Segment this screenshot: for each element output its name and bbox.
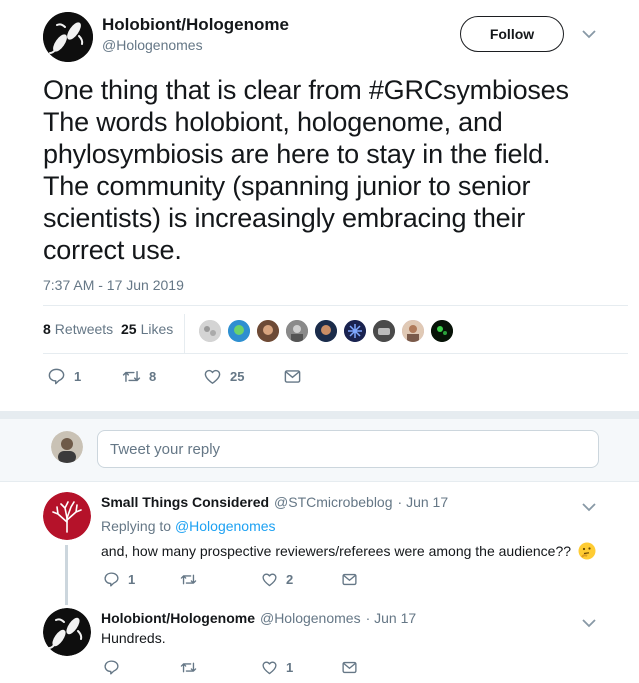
reply-action[interactable]: 1 <box>103 571 135 588</box>
tweet-text: One thing that is clear from #GRCsymbios… <box>43 74 623 266</box>
retweet-icon <box>122 371 141 382</box>
stats-divider <box>184 314 185 354</box>
tweet-text-line: The community (spanning junior to senior <box>43 171 531 201</box>
like-count: 25 <box>230 369 245 384</box>
retweet-action[interactable]: 8 <box>122 367 156 386</box>
liker-avatar[interactable] <box>342 318 368 344</box>
retweet-action[interactable] <box>180 571 205 588</box>
divider <box>43 305 628 306</box>
follow-button[interactable]: Follow <box>460 16 564 52</box>
divider <box>0 481 639 482</box>
likes-label: Likes <box>140 321 174 337</box>
liker-avatar[interactable] <box>284 318 310 344</box>
reply-header: Small Things Considered @STCmicrobeblog … <box>101 494 448 510</box>
liker-avatar[interactable] <box>197 318 223 344</box>
reply-count: 1 <box>128 572 136 587</box>
chevron-down-icon[interactable] <box>582 615 596 633</box>
tweet-timestamp[interactable]: 7:37 AM - 17 Jun 2019 <box>43 277 184 293</box>
like-action[interactable]: 25 <box>203 367 244 386</box>
author-handle[interactable]: @Hologenomes <box>102 37 203 53</box>
liker-avatars <box>197 318 455 344</box>
retweets-stat[interactable]: 8 Retweets <box>43 321 113 337</box>
current-user-avatar[interactable] <box>51 431 83 463</box>
envelope-icon <box>342 661 357 674</box>
divider <box>43 353 628 354</box>
liker-avatar[interactable] <box>255 318 281 344</box>
message-action[interactable] <box>341 571 358 588</box>
liker-avatar[interactable] <box>226 318 252 344</box>
reply-author-avatar[interactable] <box>43 492 91 540</box>
reply-input-placeholder: Tweet your reply <box>110 441 221 458</box>
retweet-icon <box>180 574 197 585</box>
like-action[interactable]: 2 <box>261 571 293 588</box>
likes-stat[interactable]: 25 Likes <box>121 321 173 337</box>
reply-text: Hundreds. <box>101 630 166 646</box>
like-action[interactable]: 1 <box>261 659 293 676</box>
envelope-icon <box>284 370 301 383</box>
reply-icon <box>48 368 65 385</box>
reply-input[interactable]: Tweet your reply <box>97 430 599 468</box>
author-avatar[interactable] <box>43 12 93 62</box>
author-display-name[interactable]: Holobiont/Hologenome <box>102 15 289 35</box>
tweet-text-line: phylosymbiosis are here to stay in the f… <box>43 139 551 169</box>
heart-icon <box>262 661 277 675</box>
replying-to-label: Replying to <box>101 518 172 534</box>
retweet-count: 8 <box>149 369 157 384</box>
retweet-icon <box>180 662 197 673</box>
liker-avatar[interactable] <box>400 318 426 344</box>
tweet-text-line: correct use. <box>43 235 182 265</box>
reply-display-name[interactable]: Small Things Considered <box>101 494 269 510</box>
message-action[interactable] <box>341 659 358 676</box>
like-count: 1 <box>286 660 294 675</box>
liker-avatar[interactable] <box>313 318 339 344</box>
replying-to-handle[interactable]: @Hologenomes <box>175 518 276 534</box>
section-separator <box>0 411 639 419</box>
thread-connector <box>65 545 68 605</box>
tweet-text-line: scientists) is increasingly embracing th… <box>43 203 526 233</box>
retweets-label: Retweets <box>54 321 114 337</box>
thinking-face-icon <box>578 542 596 563</box>
reply-text-body: and, how many prospective reviewers/refe… <box>101 543 572 559</box>
tweet-text-line: The words holobiont, hologenome, and <box>43 107 503 137</box>
chevron-down-icon[interactable] <box>582 26 596 44</box>
reply-date[interactable]: · Jun 17 <box>366 610 417 626</box>
reply-handle[interactable]: @Hologenomes <box>260 610 361 626</box>
retweet-action[interactable] <box>180 659 205 676</box>
liker-avatar[interactable] <box>429 318 455 344</box>
reply-text: and, how many prospective reviewers/refe… <box>101 542 596 563</box>
retweets-count: 8 <box>43 321 51 337</box>
heart-icon <box>204 369 221 384</box>
reply-handle[interactable]: @STCmicrobeblog <box>274 494 392 510</box>
chevron-down-icon[interactable] <box>582 499 596 517</box>
reply-action[interactable]: 1 <box>47 367 81 386</box>
reply-count: 1 <box>74 369 82 384</box>
reply-icon <box>104 660 119 675</box>
envelope-icon <box>342 573 357 586</box>
reply-display-name[interactable]: Holobiont/Hologenome <box>101 610 255 626</box>
reply-header: Holobiont/Hologenome @Hologenomes · Jun … <box>101 610 416 626</box>
like-count: 2 <box>286 572 294 587</box>
reply-icon <box>104 572 119 587</box>
reply-action[interactable] <box>103 659 128 676</box>
reply-author-avatar[interactable] <box>43 608 91 656</box>
likes-count: 25 <box>121 321 137 337</box>
heart-icon <box>262 573 277 587</box>
tweet-text-line: One thing that is clear from #GRCsymbios… <box>43 75 569 105</box>
reply-date[interactable]: · Jun 17 <box>398 494 449 510</box>
message-action[interactable] <box>283 367 302 386</box>
liker-avatar[interactable] <box>371 318 397 344</box>
replying-to: Replying to @Hologenomes <box>101 518 276 534</box>
